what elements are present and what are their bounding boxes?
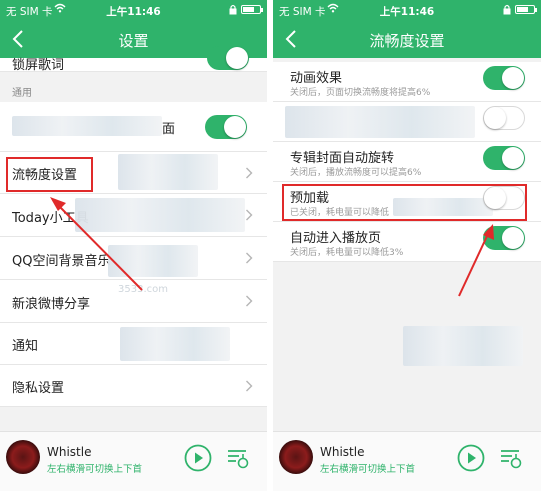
clock: 上午11:46 — [106, 6, 161, 18]
rotation-lock-icon — [229, 4, 237, 15]
song-title: Whistle — [47, 445, 92, 459]
rotation-lock-icon — [503, 4, 511, 15]
play-circle-icon[interactable] — [184, 444, 212, 472]
mini-player[interactable]: Whistle 左右横滑可切换上下首 — [0, 431, 267, 491]
playlist-icon[interactable] — [226, 446, 250, 470]
blurred-region — [403, 326, 523, 366]
privacy-label: 隐私设置 — [12, 381, 65, 396]
swipe-hint: 左右横滑可切换上下首 — [47, 464, 143, 475]
blurred-region — [120, 327, 230, 361]
album-rotate-label: 专辑封面自动旋转 — [290, 151, 395, 166]
watermark: 3533.com — [118, 284, 168, 295]
chevron-right-icon — [246, 295, 253, 307]
fluency-settings-screen: 无 SIM 卡 上午11:46 流畅度设置 动画效果 关闭后，页面切换流畅度将提… — [273, 0, 541, 491]
auto-play-page-desc: 关闭后，耗电量可以降低3% — [290, 248, 404, 258]
lyrics-row[interactable]: 锁屏歌词 — [0, 46, 267, 73]
section-header-general: 通用 — [0, 72, 267, 102]
sidebar-item-today[interactable]: Today小工具 — [0, 194, 267, 237]
blurred-setting-row[interactable] — [273, 102, 541, 142]
lyrics-label: 锁屏歌词 — [12, 58, 65, 73]
animation-label: 动画效果 — [290, 71, 343, 86]
song-title: Whistle — [320, 445, 365, 459]
weibo-share-label: 新浪微博分享 — [12, 297, 91, 312]
battery-icon — [515, 5, 537, 14]
chevron-right-icon — [246, 209, 253, 221]
animation-desc: 关闭后，页面切换流畅度将提高6% — [290, 88, 431, 98]
general-row-label: 面 — [162, 122, 176, 137]
auto-play-page-toggle[interactable] — [483, 226, 525, 250]
general-toggle-row[interactable]: 面 — [0, 102, 267, 152]
animation-toggle[interactable] — [483, 66, 525, 90]
status-bar: 无 SIM 卡 上午11:46 — [273, 0, 541, 20]
page-title: 流畅度设置 — [369, 32, 445, 50]
play-circle-icon[interactable] — [457, 444, 485, 472]
notification-label: 通知 — [12, 339, 39, 354]
album-cover[interactable] — [279, 440, 313, 474]
swipe-hint: 左右横滑可切换上下首 — [320, 464, 416, 475]
highlight-box — [6, 157, 93, 192]
chevron-right-icon — [246, 380, 253, 392]
album-rotate-row[interactable]: 专辑封面自动旋转 关闭后，播放流畅度可以提高6% — [273, 142, 541, 182]
highlight-box — [282, 184, 527, 221]
sidebar-item-qzone-music[interactable]: QQ空间背景音乐 — [0, 237, 267, 280]
status-bar: 无 SIM 卡 上午11:46 — [0, 0, 267, 20]
sidebar-item-weibo-share[interactable]: 新浪微博分享 3533.com — [0, 280, 267, 323]
blurred-region — [12, 116, 162, 136]
sidebar-item-notification[interactable]: 通知 — [0, 323, 267, 365]
chevron-right-icon — [246, 167, 253, 179]
animation-row[interactable]: 动画效果 关闭后，页面切换流畅度将提高6% — [273, 62, 541, 102]
lyrics-toggle[interactable] — [207, 46, 249, 70]
blurred-region — [108, 245, 198, 277]
playlist-icon[interactable] — [499, 446, 523, 470]
general-toggle[interactable] — [205, 115, 247, 139]
auto-play-page-row[interactable]: 自动进入播放页 关闭后，耗电量可以降低3% — [273, 222, 541, 262]
album-rotate-toggle[interactable] — [483, 146, 525, 170]
album-cover[interactable] — [6, 440, 40, 474]
album-rotate-desc: 关闭后，播放流畅度可以提高6% — [290, 168, 422, 178]
blurred-region — [75, 198, 245, 232]
mini-player[interactable]: Whistle 左右横滑可切换上下首 — [273, 431, 541, 491]
battery-icon — [241, 5, 263, 14]
chevron-right-icon — [246, 252, 253, 264]
clock: 上午11:46 — [379, 6, 435, 18]
blurred-region — [285, 106, 475, 138]
settings-screen: 无 SIM 卡 上午11:46 设置 锁屏歌词 通用 面 流畅度设置 Today… — [0, 0, 267, 491]
nav-bar: 流畅度设置 — [273, 20, 541, 58]
auto-play-page-label: 自动进入播放页 — [290, 231, 382, 246]
blurred-setting-toggle[interactable] — [483, 106, 525, 130]
qzone-music-label: QQ空间背景音乐 — [12, 254, 111, 269]
sidebar-item-privacy[interactable]: 隐私设置 — [0, 365, 267, 407]
blurred-region — [118, 154, 218, 190]
